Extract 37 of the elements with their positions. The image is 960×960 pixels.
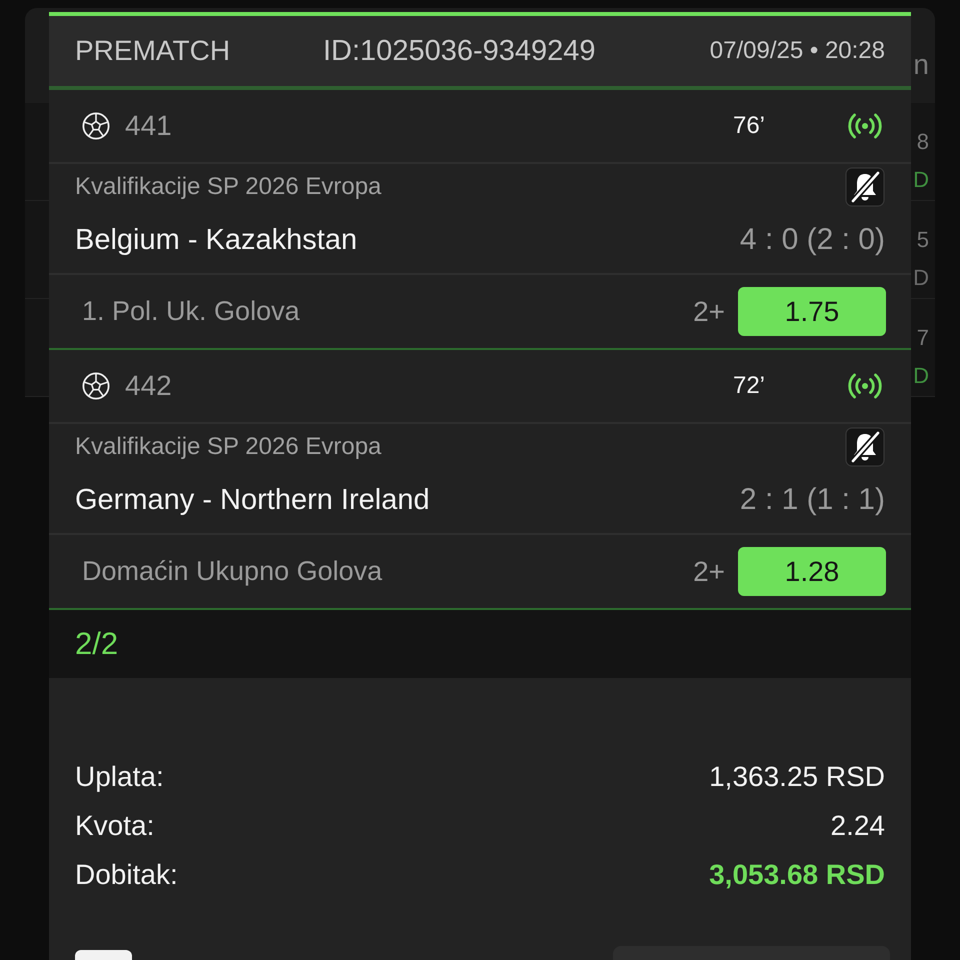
amount-text: 5 <box>916 227 929 253</box>
total-label: Kvota: <box>75 810 154 842</box>
soccer-ball-icon <box>82 372 110 400</box>
match-code: 442 <box>125 370 172 402</box>
bet-pick: 2+ <box>693 296 725 328</box>
match-score: 4 : 0 (2 : 0) <box>740 223 885 257</box>
amount-text: 8 <box>916 129 929 155</box>
match-teams: Belgium - Kazakhstan <box>75 224 358 256</box>
league-name: Kvalifikacije SP 2026 Evropa <box>75 433 382 461</box>
odds-button[interactable]: 1.75 <box>738 287 886 336</box>
bet-market: Domaćin Ukupno Golova <box>82 556 382 587</box>
total-label: Dobitak: <box>75 858 178 890</box>
soccer-ball-icon <box>82 112 110 140</box>
amount-text: 7 <box>916 325 929 351</box>
currency-text: D <box>913 265 929 291</box>
match-count: 2/2 <box>75 626 118 662</box>
ticket-type: PREMATCH <box>75 35 232 67</box>
ticket-id: ID:1025036-9349249 <box>323 34 596 68</box>
ticket-datetime: 07/09/25 • 20:28 <box>710 37 885 65</box>
bell-off-icon[interactable] <box>845 427 885 467</box>
total-label: Uplata: <box>75 760 164 792</box>
bet-pick: 2+ <box>693 556 725 588</box>
match-minute: 76’ <box>732 112 765 140</box>
odds-button[interactable]: 1.28 <box>738 547 886 596</box>
column-heading: n <box>913 49 929 82</box>
bet-market: 1. Pol. Uk. Golova <box>82 296 300 327</box>
total-value: 1,363.25 RSD <box>709 760 885 792</box>
currency-text: D <box>913 363 929 389</box>
bell-off-icon[interactable] <box>845 167 885 207</box>
total-value: 3,053.68 RSD <box>709 858 885 890</box>
currency-text: D <box>913 167 929 193</box>
match-code: 441 <box>125 110 172 142</box>
match-minute: 72’ <box>732 372 765 400</box>
match-teams: Germany - Northern Ireland <box>75 484 430 516</box>
total-value: 2.24 <box>830 810 885 842</box>
match-score: 2 : 1 (1 : 1) <box>740 483 885 517</box>
league-name: Kvalifikacije SP 2026 Evropa <box>75 173 382 201</box>
